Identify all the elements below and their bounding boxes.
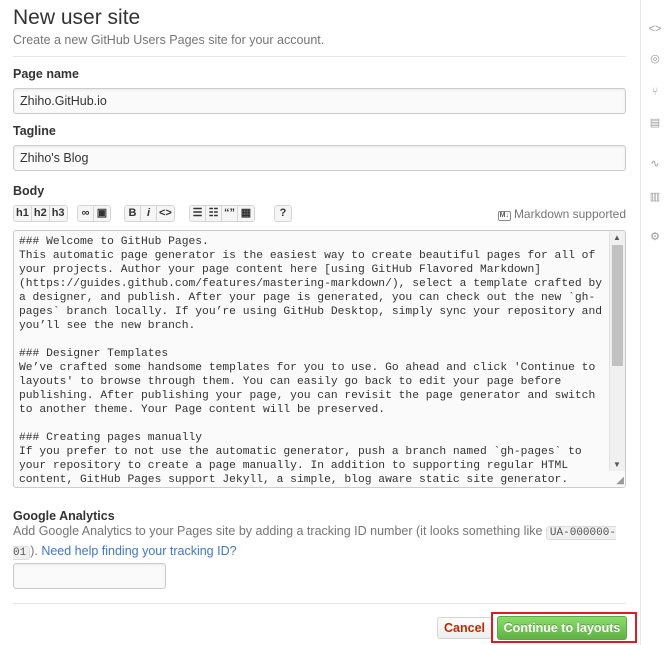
markdown-toolbar: h1 h2 h3 ∞ ▣ B i <> ☰ ☷ “” ▦ ? M↓ Markdow…: [13, 205, 626, 222]
italic-button[interactable]: i: [141, 206, 157, 221]
ordered-list-icon: ☷: [208, 207, 219, 219]
page-name-label: Page name: [13, 67, 80, 81]
h1-button[interactable]: h1: [14, 206, 32, 221]
ga-desc-suffix: ).: [30, 544, 42, 558]
markdown-hint[interactable]: M↓ Markdown supported: [497, 207, 626, 221]
unordered-list-button[interactable]: ☰: [190, 206, 206, 221]
link-icon: ∞: [81, 207, 90, 219]
pulse-icon[interactable]: ∿: [648, 157, 662, 171]
body-label: Body: [13, 184, 45, 198]
page-name-input[interactable]: Zhiho.GitHub.io: [13, 88, 626, 114]
pull-request-icon[interactable]: ⑂: [648, 85, 662, 99]
code-button[interactable]: <>: [157, 206, 174, 221]
h3-button[interactable]: h3: [50, 206, 67, 221]
continue-to-layouts-button[interactable]: Continue to layouts: [497, 616, 627, 640]
issue-icon[interactable]: ◎: [648, 52, 662, 66]
divider: [13, 603, 626, 604]
ordered-list-button[interactable]: ☷: [206, 206, 222, 221]
image-button[interactable]: ▣: [94, 206, 110, 221]
bold-button[interactable]: B: [125, 206, 141, 221]
body-scrollbar[interactable]: ▲ ▼: [609, 231, 625, 471]
ga-description: Add Google Analytics to your Pages site …: [13, 522, 626, 562]
media-group: ∞ ▣: [77, 205, 111, 222]
image-icon: ▣: [96, 207, 108, 219]
page-title: New user site: [13, 6, 141, 29]
horizontal-rule-icon: ▦: [240, 207, 252, 219]
page-subtitle: Create a new GitHub Users Pages site for…: [13, 33, 325, 47]
rule-button[interactable]: ▦: [238, 206, 254, 221]
list-group: ☰ ☷ “” ▦: [189, 205, 255, 222]
tagline-input[interactable]: Zhiho's Blog: [13, 145, 626, 171]
graph-icon[interactable]: ▥: [648, 190, 662, 204]
quote-button[interactable]: “”: [222, 206, 238, 221]
body-text[interactable]: ### Welcome to GitHub Pages. This automa…: [19, 235, 607, 487]
tagline-label: Tagline: [13, 124, 56, 138]
help-button[interactable]: ?: [275, 206, 291, 221]
resize-handle-icon[interactable]: ◢: [616, 475, 624, 486]
scroll-thumb[interactable]: [612, 245, 623, 366]
body-textarea[interactable]: ### Welcome to GitHub Pages. This automa…: [13, 230, 626, 488]
h2-button[interactable]: h2: [32, 206, 50, 221]
question-icon: ?: [279, 207, 287, 219]
ga-label: Google Analytics: [13, 509, 115, 523]
cancel-button[interactable]: Cancel: [437, 617, 492, 639]
settings-icon[interactable]: ⚙: [648, 230, 662, 244]
ga-help-link[interactable]: Need help finding your tracking ID?: [41, 544, 236, 558]
unordered-list-icon: ☰: [192, 207, 203, 219]
divider: [13, 56, 626, 57]
markdown-hint-text: Markdown supported: [513, 207, 626, 221]
format-group: B i <>: [124, 205, 175, 222]
scroll-down-icon[interactable]: ▼: [613, 460, 621, 469]
heading-group: h1 h2 h3: [13, 205, 68, 222]
scroll-up-icon[interactable]: ▲: [613, 233, 621, 242]
repo-sidebar: <> ◎ ⑂ ▤ ∿ ▥ ⚙: [640, 0, 668, 645]
markdown-icon: M↓: [497, 211, 511, 221]
wiki-icon[interactable]: ▤: [648, 116, 662, 130]
help-group: ?: [274, 205, 292, 222]
ga-desc-prefix: Add Google Analytics to your Pages site …: [13, 524, 546, 538]
link-button[interactable]: ∞: [78, 206, 94, 221]
code-icon[interactable]: <>: [648, 22, 662, 36]
ga-tracking-input[interactable]: [13, 563, 166, 589]
